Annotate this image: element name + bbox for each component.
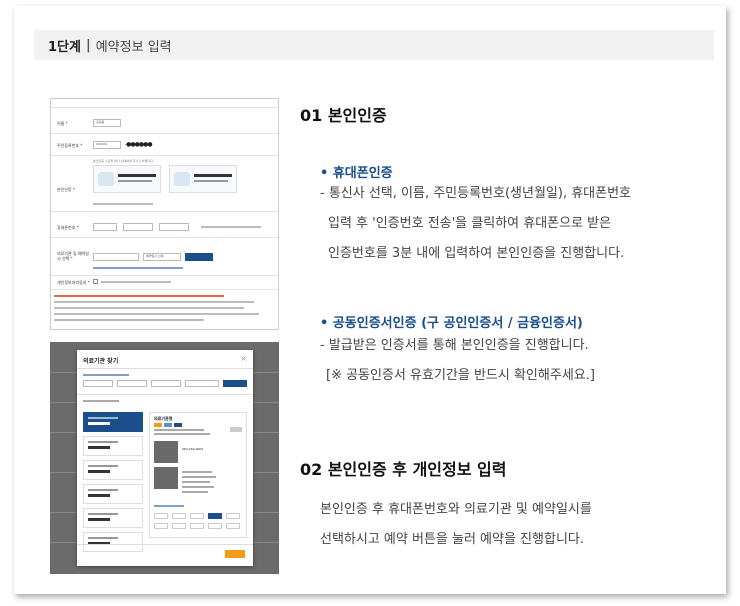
- mobile-auth-card: [93, 165, 161, 193]
- auth-label: 본인인증 *: [57, 187, 75, 192]
- phone-label: 휴대폰번호 *: [57, 225, 79, 230]
- mobile-auth-line-1: - 통신사 선택, 이름, 주민등록번호(생년월일), 휴대폰번호: [320, 186, 632, 201]
- phone-field-1: [93, 223, 117, 231]
- cert-auth-line-1: - 발급받은 인증서를 통해 본인인증을 진행합니다.: [320, 338, 589, 353]
- hospital-list-item: [83, 508, 143, 528]
- hospital-list-item: [83, 412, 143, 432]
- section1-title: 01 본인인증: [300, 106, 387, 125]
- hospital-search-modal: 의료기관 찾기 × 의료기관명 063-250-0000: [77, 350, 253, 566]
- step-number: 1단계: [48, 39, 81, 55]
- name-field: 홍길동: [93, 119, 121, 127]
- time-select: 예약일시 선택: [143, 253, 181, 261]
- form-screenshot: 이름 * 홍길동 주민등록번호 * 900101 -●●●●●● 본인인증 * …: [50, 98, 279, 330]
- keyword-input: [185, 380, 219, 387]
- search-button: [223, 380, 247, 387]
- rrn-masked: -●●●●●●: [125, 141, 153, 148]
- hospital-list-item: [83, 484, 143, 504]
- hospital-list-item: [83, 436, 143, 456]
- name-label: 이름 *: [57, 121, 68, 126]
- auth-desc: 본인인증 수단을 하나 선택하여 주시기 바랍니다.: [93, 159, 154, 163]
- region-select: [83, 380, 113, 387]
- cert-auth-card: [169, 165, 237, 193]
- district-select: [117, 380, 147, 387]
- step-title: 예약정보 입력: [95, 39, 172, 55]
- detail-title: 의료기관명: [154, 416, 173, 421]
- certificate-icon: [174, 172, 190, 186]
- step-header: 1단계 | 예약정보 입력: [34, 30, 714, 60]
- close-icon: ×: [240, 354, 247, 363]
- hospital-list-item: [83, 532, 143, 552]
- modal-title: 의료기관 찾기: [83, 358, 119, 365]
- selected-time-slot: [208, 513, 222, 519]
- section2-line-2: 선택하시고 예약 버튼을 눌러 예약을 진행합니다.: [320, 532, 584, 547]
- privacy-checkbox: [93, 279, 98, 284]
- hospital-photo: [154, 441, 178, 463]
- cert-auth-line-2: [※ 공동인증서 유효기간을 반드시 확인해주세요.]: [326, 368, 595, 383]
- mobile-auth-line-2: 입력 후 '인증번호 전송'을 클릭하여 휴대폰으로 받은: [328, 216, 612, 231]
- cert-auth-heading: • 공동인증서인증 (구 공인인증서 / 금융인증서): [320, 316, 583, 331]
- hospital-detail-card: 의료기관명 063-250-0000: [149, 412, 247, 538]
- hospital-modal-screenshot: 의료기관 찾기 × 의료기관명 063-250-0000: [50, 342, 279, 574]
- section2-title: 02 본인인증 후 개인정보 입력: [300, 460, 507, 479]
- phone-field-3: [159, 223, 189, 231]
- phone-field-2: [123, 223, 153, 231]
- hospital-photo: [154, 467, 178, 489]
- type-select: [151, 380, 181, 387]
- privacy-label: 개인정보처리동의 *: [57, 280, 90, 285]
- rrn-front-field: 900101: [93, 141, 121, 149]
- hospital-label: 의료기관 및 예약일시 선택 *: [57, 251, 89, 261]
- section2-line-1: 본인인증 후 휴대폰번호와 의료기관 및 예약일시를: [320, 502, 592, 517]
- date-select: [93, 253, 139, 261]
- mobile-auth-line-3: 인증번호를 3분 내에 입력하여 본인인증을 진행합니다.: [328, 246, 625, 261]
- mobile-auth-heading: • 휴대폰인증: [320, 166, 393, 181]
- find-hospital-button: [185, 253, 213, 261]
- guide-panel: 1단계 | 예약정보 입력 이름 * 홍길동 주민등록번호 * 900101 -…: [14, 6, 726, 594]
- confirm-button: [225, 550, 245, 558]
- rrn-label: 주민등록번호 *: [57, 143, 83, 148]
- phone-icon: [98, 172, 114, 186]
- detail-phone: 063-250-0000: [182, 447, 204, 451]
- hospital-list-item: [83, 460, 143, 480]
- step-separator: |: [85, 37, 91, 53]
